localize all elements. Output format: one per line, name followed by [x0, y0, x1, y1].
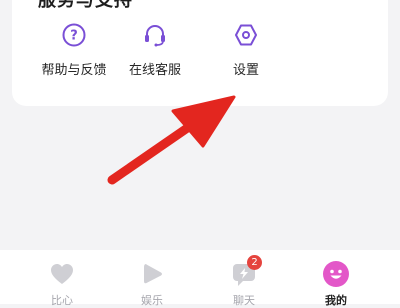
services-card: 服务与支持 ? 帮助与反馈 在线客服 设置 [12, 0, 388, 106]
tab-mine[interactable]: 我的 [306, 260, 366, 308]
help-feedback-button[interactable]: ? 帮助与反馈 [32, 22, 116, 78]
tab-label: 聊天 [233, 294, 255, 307]
unread-badge: 2 [247, 255, 262, 270]
online-service-label: 在线客服 [128, 63, 181, 78]
smiley-icon [323, 261, 349, 287]
tab-entertainment[interactable]: 娱乐 [122, 260, 182, 308]
svg-text:?: ? [70, 29, 78, 44]
online-service-button[interactable]: 在线客服 [113, 22, 197, 78]
section-title: 服务与支持 [38, 0, 133, 11]
play-icon [144, 264, 162, 284]
tab-label: 我的 [325, 294, 347, 307]
bottom-tab-bar: 比心 娱乐 2 聊天 我的 [0, 250, 400, 307]
help-icon: ? [62, 23, 86, 47]
settings-icon [235, 24, 257, 46]
heart-icon [51, 264, 73, 284]
tab-label: 比心 [51, 294, 73, 307]
tab-chat[interactable]: 2 聊天 [214, 255, 274, 308]
tab-bixin[interactable]: 比心 [32, 260, 92, 308]
tab-label: 娱乐 [141, 294, 163, 307]
help-feedback-label: 帮助与反馈 [41, 63, 107, 78]
settings-label: 设置 [232, 63, 259, 78]
settings-button[interactable]: 设置 [204, 22, 288, 78]
headset-icon [145, 25, 165, 47]
